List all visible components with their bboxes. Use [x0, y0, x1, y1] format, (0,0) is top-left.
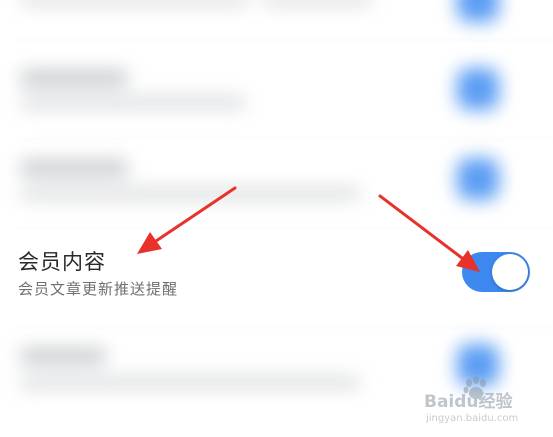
member-content-toggle[interactable]: [462, 252, 530, 292]
row-divider: [16, 40, 553, 41]
blurred-setting-row: [0, 150, 553, 220]
setting-row-member-content[interactable]: 会员内容 会员文章更新推送提醒: [0, 236, 553, 322]
settings-screen: 会员内容 会员文章更新推送提醒 Baidu经验 jingyan.baidu.co…: [0, 0, 553, 437]
toggle-knob: [492, 254, 528, 290]
row-divider: [16, 326, 553, 327]
watermark-text: Baidu经验: [424, 392, 513, 412]
setting-subtitle: 会员文章更新推送提醒: [18, 280, 179, 298]
row-divider: [16, 138, 553, 139]
watermark-subtext: jingyan.baidu.com: [426, 413, 519, 424]
baidu-watermark: Baidu经验 jingyan.baidu.com: [418, 376, 550, 434]
blurred-setting-row: [0, 60, 553, 130]
blurred-setting-row: [0, 0, 553, 28]
setting-title: 会员内容: [18, 250, 106, 274]
row-divider: [16, 228, 553, 229]
